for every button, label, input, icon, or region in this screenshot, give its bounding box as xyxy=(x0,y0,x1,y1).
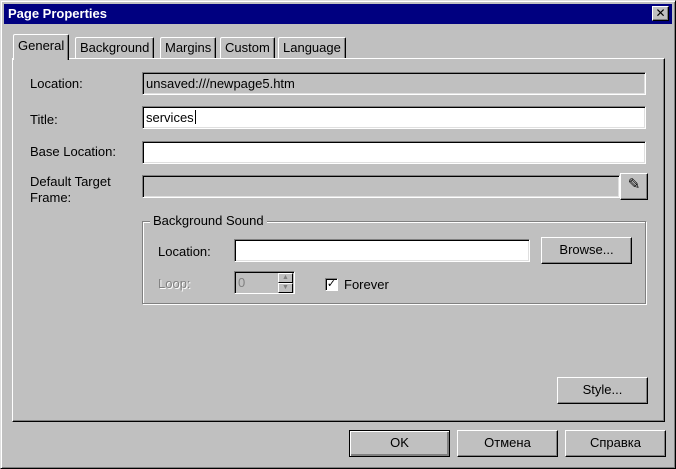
tab-margins-label: Margins xyxy=(165,40,212,55)
help-label: Справка xyxy=(590,435,641,450)
page-properties-dialog: Page Properties ✕ General Background Mar… xyxy=(0,0,676,469)
close-button[interactable]: ✕ xyxy=(652,6,669,21)
close-icon: ✕ xyxy=(655,6,666,20)
tab-general-label: General xyxy=(18,38,65,53)
general-tab-panel xyxy=(12,58,665,422)
cancel-label: Отмена xyxy=(484,435,531,450)
help-button[interactable]: Справка xyxy=(565,430,666,457)
tab-custom[interactable]: Custom xyxy=(220,37,275,58)
dialog-title: Page Properties xyxy=(8,6,107,21)
tab-general[interactable]: General xyxy=(13,34,70,60)
cancel-button[interactable]: Отмена xyxy=(457,430,558,457)
title-bar[interactable]: Page Properties ✕ xyxy=(4,4,672,24)
tab-background[interactable]: Background xyxy=(75,37,155,58)
ok-button[interactable]: OK xyxy=(349,430,450,457)
tab-custom-label: Custom xyxy=(225,40,270,55)
tab-language[interactable]: Language xyxy=(278,37,346,58)
tab-margins[interactable]: Margins xyxy=(160,37,217,58)
tab-background-label: Background xyxy=(80,40,150,55)
ok-label: OK xyxy=(390,435,409,450)
tab-language-label: Language xyxy=(283,40,341,55)
